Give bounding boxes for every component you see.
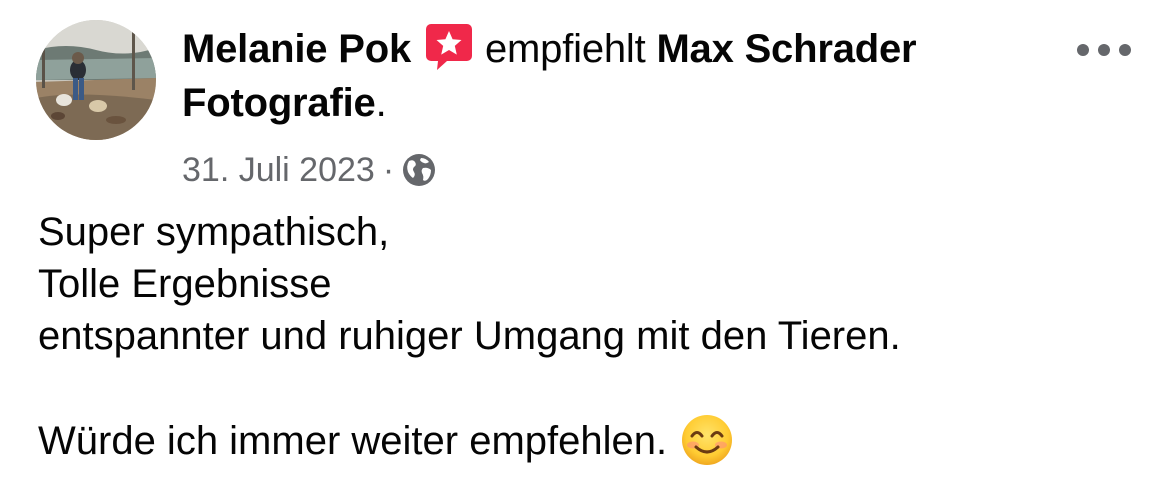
post-meta: 31. Juli 2023 ·: [182, 148, 436, 192]
more-options-icon: [1077, 44, 1131, 56]
body-blank-line: [38, 362, 1138, 414]
body-line: entspannter und ruhiger Umgang mit den T…: [38, 314, 901, 358]
more-options-button[interactable]: [1074, 38, 1134, 62]
body-line: Tolle Ergebnisse: [38, 262, 332, 306]
post-date[interactable]: 31. Juli 2023: [182, 151, 375, 189]
header-period: .: [375, 81, 387, 125]
avatar[interactable]: [36, 20, 156, 140]
meta-separator: ·: [382, 151, 395, 189]
recommendation-star-icon: [425, 22, 473, 72]
author-name[interactable]: Melanie Pok: [182, 27, 411, 71]
post-header: Melanie Pok empfiehlt Max Schrader Fotog…: [182, 22, 1052, 130]
review-post: Melanie Pok empfiehlt Max Schrader Fotog…: [0, 0, 1170, 480]
body-line: Würde ich immer weiter empfehlen.: [38, 419, 668, 463]
smiling-face-emoji-icon: [681, 414, 733, 466]
body-line: Super sympathisch,: [38, 210, 390, 254]
body-last-line: Würde ich immer weiter empfehlen.: [38, 414, 1138, 467]
recommend-verb: empfiehlt: [485, 27, 646, 71]
post-body: Super sympathisch, Tolle Ergebnisse ents…: [38, 206, 1138, 467]
globe-icon[interactable]: [402, 153, 436, 187]
